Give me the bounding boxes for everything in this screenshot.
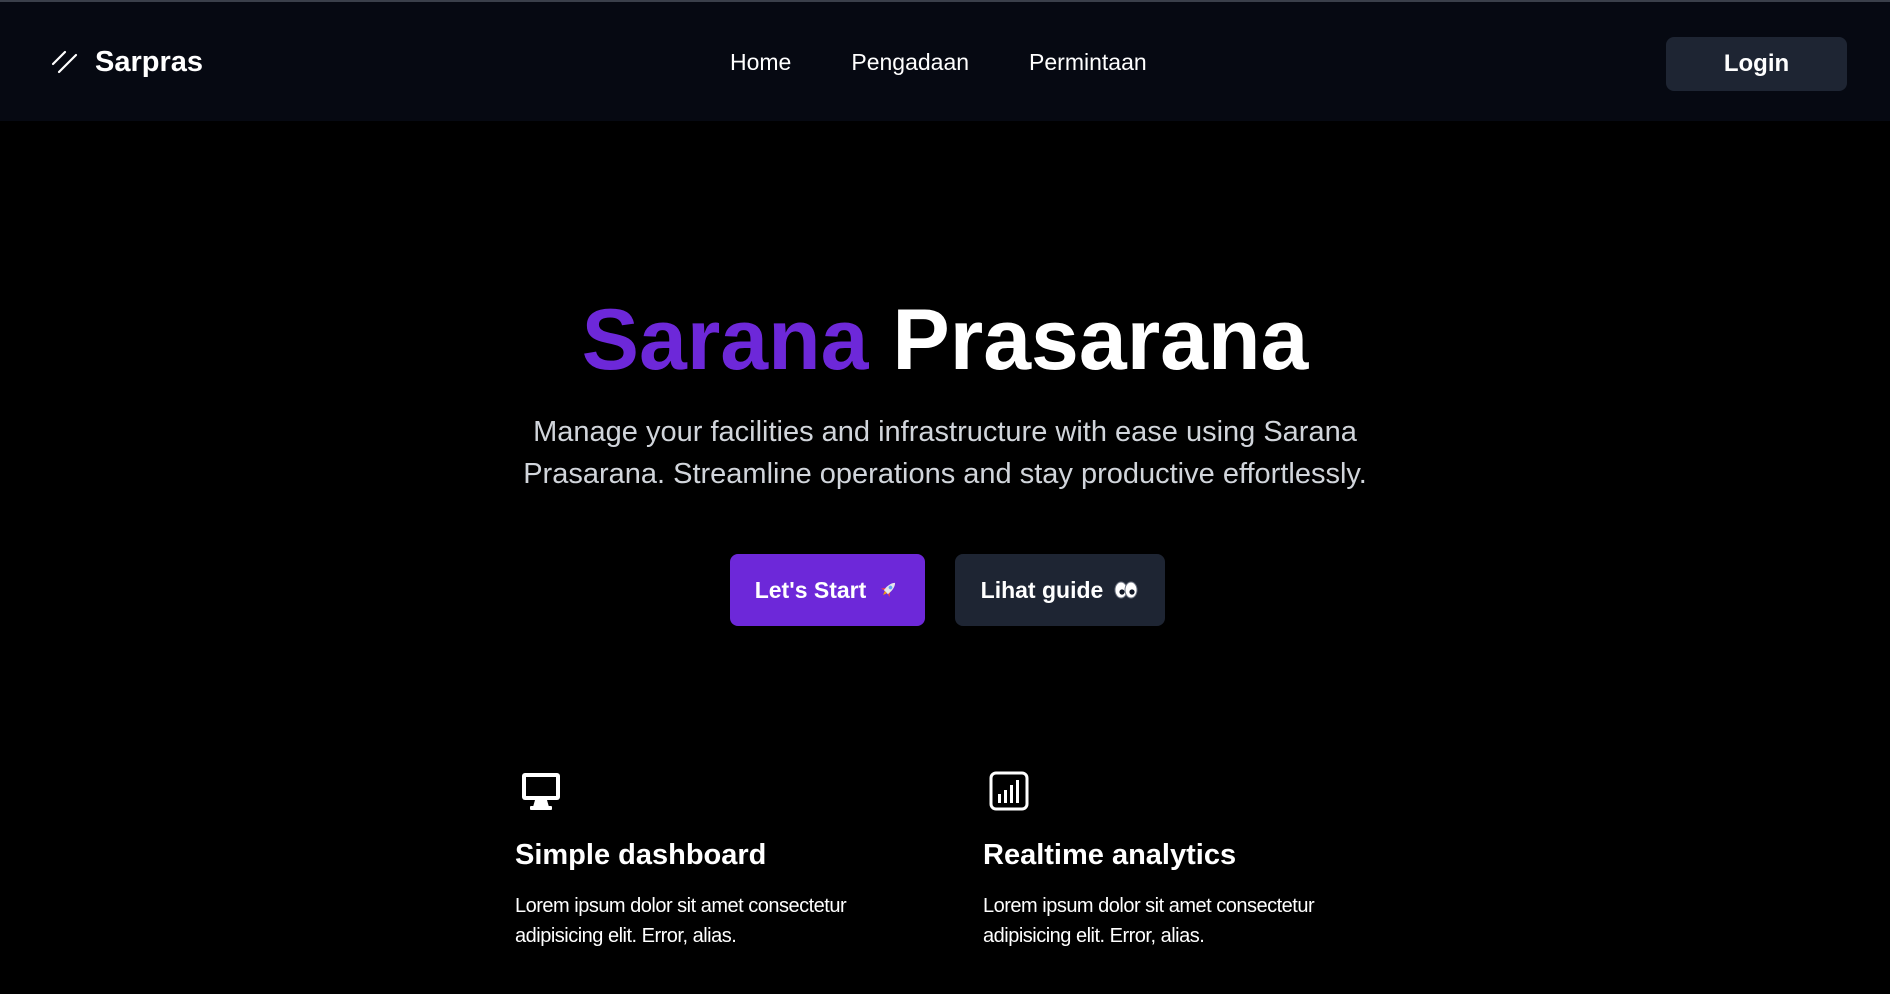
nav-link-permintaan[interactable]: Permintaan — [1029, 49, 1147, 76]
nav-link-home[interactable]: Home — [730, 49, 791, 76]
monitor-icon — [522, 773, 560, 810]
lets-start-button[interactable]: Let's Start — [730, 554, 925, 626]
nav-link-pengadaan[interactable]: Pengadaan — [851, 49, 969, 76]
feature-title: Simple dashboard — [515, 839, 767, 871]
main-nav: Home Pengadaan Permintaan — [730, 49, 1207, 76]
analytics-chart-icon — [989, 771, 1029, 811]
rocket-icon — [876, 578, 900, 602]
lets-start-label: Let's Start — [754, 576, 867, 603]
hero-actions: Let's Start Lihat guide — [730, 554, 1165, 626]
feature-card-dashboard: Simple dashboard Lorem ipsum dolor sit a… — [515, 770, 935, 951]
hero-title: Sarana Prasarana — [0, 290, 1890, 390]
lihat-guide-button[interactable]: Lihat guide — [955, 554, 1165, 626]
feature-card-analytics: Realtime analytics Lorem ipsum dolor sit… — [983, 770, 1403, 951]
brand-name: Sarpras — [95, 45, 204, 78]
brand-link[interactable]: Sarpras — [50, 42, 203, 82]
hero-title-accent: Sarana — [581, 292, 869, 388]
hero-subtitle: Manage your facilities and infrastructur… — [523, 416, 1367, 490]
hero-title-rest: Prasarana — [892, 292, 1309, 388]
login-button[interactable]: Login — [1666, 37, 1847, 91]
feature-description: Lorem ipsum dolor sit amet consectetur a… — [983, 895, 1315, 947]
lihat-guide-label: Lihat guide — [980, 576, 1104, 603]
slash-logo-icon — [51, 50, 78, 74]
eyes-icon — [1113, 579, 1139, 601]
navbar: Sarpras Home Pengadaan Permintaan Login — [0, 2, 1890, 121]
feature-description: Lorem ipsum dolor sit amet consectetur a… — [515, 895, 847, 947]
feature-title: Realtime analytics — [983, 839, 1237, 871]
